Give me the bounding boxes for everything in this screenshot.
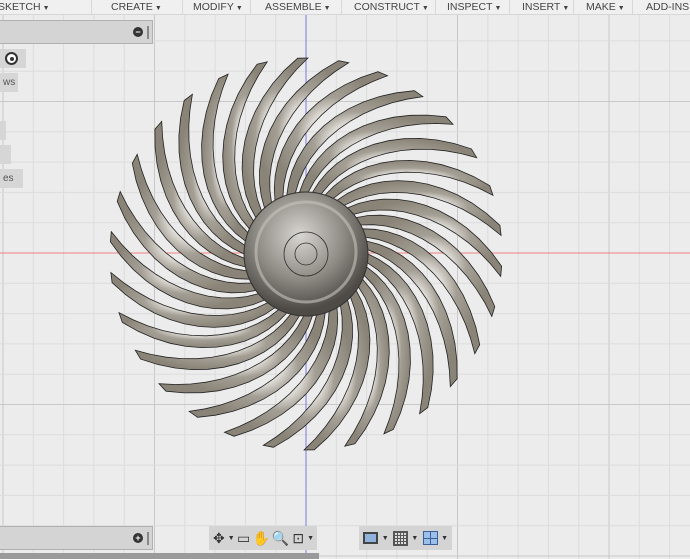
navigation-bar: ✥ ▼ ▭ ✋ 🔍 ⊡ ▼ (209, 526, 317, 550)
menu-label: INSERT (522, 1, 561, 13)
menu-make[interactable]: MAKE ▼ (586, 1, 625, 13)
menu-inspect[interactable]: INSPECT ▼ (447, 1, 501, 13)
visibility-toggle[interactable] (0, 49, 26, 68)
menu-label: ASSEMBLE (265, 1, 322, 13)
menu-insert[interactable]: INSERT ▼ (522, 1, 569, 13)
display-bar: ▼ ▼ ▼ (359, 526, 452, 550)
comments-panel[interactable]: + (0, 526, 153, 550)
grid-settings-icon[interactable] (392, 529, 410, 547)
main-toolbar: SKETCH ▼ CREATE ▼ MODIFY ▼ ASSEMBLE ▼ CONSTR… (0, 0, 690, 15)
canvas-viewport[interactable] (0, 0, 690, 559)
expand-icon[interactable]: + (133, 533, 143, 543)
display-settings-icon[interactable] (362, 529, 380, 547)
dropdown-arrow-icon: ▼ (235, 5, 243, 12)
dropdown-arrow-icon: ▼ (562, 5, 570, 12)
menu-label: ADD-INS (646, 1, 690, 13)
menu-label: CREATE (111, 1, 153, 13)
menu-label: INSPECT (447, 1, 493, 13)
dropdown-arrow-icon[interactable]: ▼ (382, 535, 390, 542)
fan-model[interactable] (109, 57, 503, 451)
viewports-icon[interactable] (421, 529, 439, 547)
menu-label: SKETCH (0, 1, 41, 13)
browser-node[interactable]: es (0, 169, 23, 188)
menu-assemble[interactable]: ASSEMBLE ▼ (265, 1, 331, 13)
menu-label: MODIFY (193, 1, 234, 13)
browser-node[interactable]: ws (0, 73, 18, 92)
menu-add-ins[interactable]: ADD-INS (646, 1, 689, 13)
dropdown-arrow-icon: ▼ (421, 5, 429, 12)
menu-label: CONSTRUCT (354, 1, 420, 13)
dropdown-arrow-icon[interactable]: ▼ (228, 535, 235, 542)
menu-construct[interactable]: CONSTRUCT ▼ (354, 1, 429, 13)
fit-zoom-icon[interactable]: ⊡ (291, 529, 305, 547)
dropdown-arrow-icon: ▼ (42, 5, 50, 12)
browser-node[interactable] (0, 145, 11, 164)
drag-handle[interactable] (147, 26, 149, 39)
orbit-icon[interactable]: ✥ (212, 529, 226, 547)
dropdown-arrow-icon[interactable]: ▼ (307, 535, 314, 542)
pan-hand-icon[interactable]: ✋ (252, 529, 269, 547)
menu-sketch[interactable]: SKETCH ▼ (0, 1, 50, 13)
fan-hub (243, 191, 369, 317)
dropdown-arrow-icon[interactable]: ▼ (441, 535, 449, 542)
radio-icon (5, 52, 18, 65)
dropdown-arrow-icon[interactable]: ▼ (411, 535, 419, 542)
zoom-icon[interactable]: 🔍 (272, 529, 289, 547)
drag-handle[interactable] (147, 532, 149, 545)
dropdown-arrow-icon: ▼ (323, 5, 331, 12)
menu-create[interactable]: CREATE ▼ (111, 1, 162, 13)
dropdown-arrow-icon: ▼ (154, 5, 162, 12)
menu-modify[interactable]: MODIFY ▼ (193, 1, 243, 13)
browser-node[interactable] (0, 121, 6, 140)
collapse-icon[interactable]: − (133, 27, 143, 37)
look-at-icon[interactable]: ▭ (237, 529, 251, 547)
dropdown-arrow-icon: ▼ (494, 5, 502, 12)
browser-panel[interactable]: − (0, 20, 153, 44)
menu-label: MAKE (586, 1, 616, 13)
scrollbar[interactable] (0, 553, 319, 559)
dropdown-arrow-icon: ▼ (617, 5, 625, 12)
